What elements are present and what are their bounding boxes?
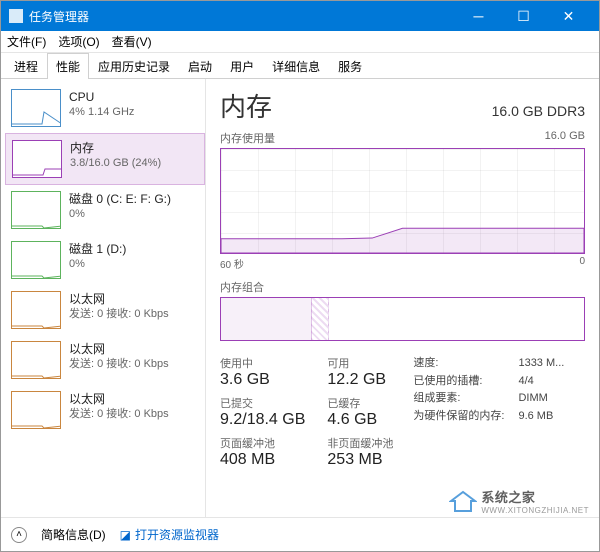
stat-label: 已缓存 (327, 395, 393, 411)
tabbar: 进程 性能 应用历史记录 启动 用户 详细信息 服务 (1, 53, 599, 79)
stat-label: 页面缓冲池 (220, 435, 305, 451)
stat-block: 使用中3.6 GB (220, 355, 305, 389)
sidebar-sparkline (11, 89, 61, 127)
menubar: 文件(F) 选项(O) 查看(V) (1, 31, 599, 53)
sidebar-item-sub: 发送: 0 接收: 0 Kbps (69, 307, 169, 322)
sidebar-item-sub: 发送: 0 接收: 0 Kbps (69, 357, 169, 372)
sidebar-item-cpu-0[interactable]: CPU4% 1.14 GHz (5, 83, 205, 133)
stat-block: 可用12.2 GB (327, 355, 393, 389)
maximize-button[interactable]: ☐ (501, 1, 546, 31)
sidebar-item-disk-3[interactable]: 磁盘 1 (D:)0% (5, 235, 205, 285)
time-right: 0 (579, 256, 585, 271)
tab-processes[interactable]: 进程 (5, 53, 47, 79)
sidebar-item-sub: 3.8/16.0 GB (24%) (70, 156, 161, 171)
stats-left: 使用中3.6 GB 可用12.2 GB 已提交9.2/18.4 GB 已缓存4.6 G… (220, 355, 393, 469)
tab-apphistory[interactable]: 应用历史记录 (89, 53, 179, 79)
stat-label: 使用中 (220, 355, 305, 371)
sidebar-sparkline (11, 341, 61, 379)
tab-services[interactable]: 服务 (329, 53, 371, 79)
sidebar-item-eth-5[interactable]: 以太网发送: 0 接收: 0 Kbps (5, 335, 205, 385)
sidebar-item-title: 以太网 (69, 341, 169, 357)
sidebar-sparkline (11, 391, 61, 429)
stat-row: 速度: 1333 M... (413, 355, 578, 373)
time-left: 60 秒 (220, 256, 244, 271)
menu-view[interactable]: 查看(V) (112, 33, 152, 50)
stat-value: 408 MB (220, 451, 305, 469)
sidebar-item-mem-1[interactable]: 内存3.8/16.0 GB (24%) (5, 133, 205, 185)
stat-value: DIMM (518, 390, 578, 408)
menu-file[interactable]: 文件(F) (7, 33, 46, 50)
sidebar-item-title: 以太网 (69, 291, 169, 307)
sidebar-item-eth-4[interactable]: 以太网发送: 0 接收: 0 Kbps (5, 285, 205, 335)
sidebar-item-title: 内存 (70, 140, 161, 156)
sidebar-item-eth-6[interactable]: 以太网发送: 0 接收: 0 Kbps (5, 385, 205, 435)
stat-value: 253 MB (327, 451, 393, 469)
composition-label: 内存组合 (220, 279, 585, 295)
tab-performance[interactable]: 性能 (47, 53, 89, 79)
close-button[interactable]: ✕ (546, 1, 591, 31)
content-pane: 内存 16.0 GB DDR3 内存使用量 16.0 GB 60 秒 0 内存组… (206, 79, 599, 517)
sidebar-item-disk-2[interactable]: 磁盘 0 (C: E: F: G:)0% (5, 185, 205, 235)
tab-users[interactable]: 用户 (221, 53, 263, 79)
stat-row: 为硬件保留的内存: 9.6 MB (413, 408, 578, 426)
memory-usage-chart[interactable] (220, 148, 585, 254)
tab-details[interactable]: 详细信息 (263, 53, 329, 79)
stat-label: 可用 (327, 355, 393, 371)
sidebar-item-sub: 0% (69, 207, 171, 222)
sidebar-item-title: 以太网 (69, 391, 169, 407)
stat-block: 页面缓冲池408 MB (220, 435, 305, 469)
sidebar-sparkline (11, 241, 61, 279)
footer: ˄ 简略信息(D) ◪ 打开资源监视器 (1, 517, 599, 551)
usage-max: 16.0 GB (545, 130, 585, 146)
stat-label: 为硬件保留的内存: (413, 408, 504, 426)
sidebar-item-title: 磁盘 1 (D:) (69, 241, 126, 257)
minimize-button[interactable]: ─ (456, 1, 501, 31)
stat-value: 3.6 GB (220, 371, 305, 389)
open-resmon-link[interactable]: ◪ 打开资源监视器 (120, 526, 219, 543)
stat-row: 组成要素: DIMM (413, 390, 578, 408)
sidebar-sparkline (11, 191, 61, 229)
titlebar: 任务管理器 ─ ☐ ✕ (1, 1, 599, 31)
sidebar-item-title: 磁盘 0 (C: E: F: G:) (69, 191, 171, 207)
stats-right: 速度:1333 M...已使用的插槽:4/4组成要素:DIMM为硬件保留的内存:… (413, 355, 578, 469)
usage-label: 内存使用量 (220, 130, 275, 146)
stat-label: 组成要素: (413, 390, 460, 408)
stat-label: 非页面缓冲池 (327, 435, 393, 451)
stat-label: 已提交 (220, 395, 305, 411)
stat-label: 已使用的插槽: (413, 373, 482, 391)
stat-row: 已使用的插槽: 4/4 (413, 373, 578, 391)
menu-options[interactable]: 选项(O) (58, 33, 99, 50)
app-icon (9, 9, 23, 23)
sidebar[interactable]: CPU4% 1.14 GHz内存3.8/16.0 GB (24%)磁盘 0 (C… (1, 79, 206, 517)
sidebar-sparkline (12, 140, 62, 178)
sidebar-item-sub: 0% (69, 257, 126, 272)
tab-startup[interactable]: 启动 (179, 53, 221, 79)
stat-value: 4.6 GB (327, 411, 393, 429)
resmon-icon: ◪ (120, 528, 131, 542)
stat-label: 速度: (413, 355, 438, 373)
chevron-up-icon[interactable]: ˄ (11, 527, 27, 543)
memory-spec: 16.0 GB DDR3 (492, 103, 585, 119)
sidebar-item-sub: 发送: 0 接收: 0 Kbps (69, 407, 169, 422)
stat-value: 1333 M... (518, 355, 578, 373)
sidebar-item-sub: 4% 1.14 GHz (69, 105, 134, 120)
stat-block: 非页面缓冲池253 MB (327, 435, 393, 469)
page-title: 内存 (220, 87, 272, 124)
memory-composition-chart[interactable] (220, 297, 585, 341)
stat-value: 4/4 (518, 373, 578, 391)
stat-block: 已缓存4.6 GB (327, 395, 393, 429)
sidebar-sparkline (11, 291, 61, 329)
stat-value: 12.2 GB (327, 371, 393, 389)
fewer-details-button[interactable]: 简略信息(D) (41, 526, 106, 543)
stat-value: 9.6 MB (518, 408, 578, 426)
stat-block: 已提交9.2/18.4 GB (220, 395, 305, 429)
window-title: 任务管理器 (29, 8, 89, 25)
sidebar-item-title: CPU (69, 89, 134, 105)
stat-value: 9.2/18.4 GB (220, 411, 305, 429)
